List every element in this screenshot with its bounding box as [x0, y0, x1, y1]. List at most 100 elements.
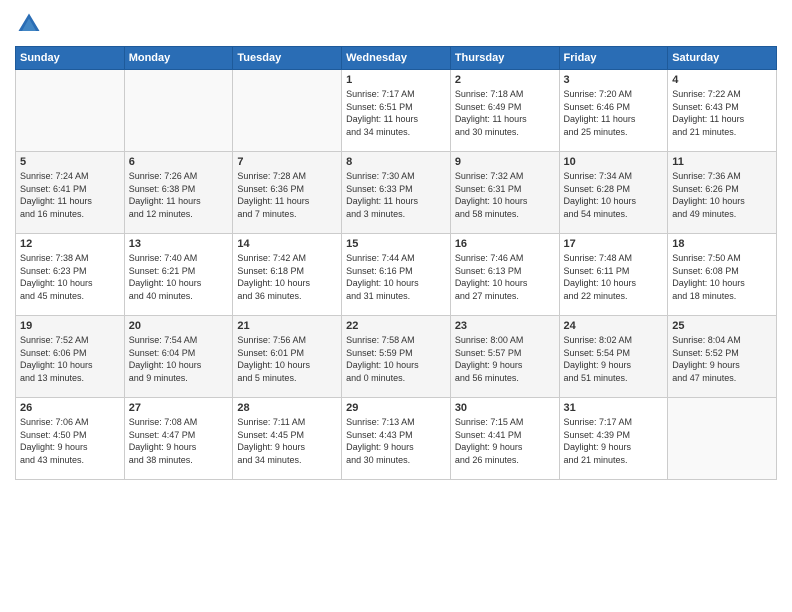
day-info: Sunrise: 7:18 AM Sunset: 6:49 PM Dayligh…	[455, 88, 555, 138]
day-cell: 19 Sunrise: 7:52 AM Sunset: 6:06 PM Dayli…	[16, 316, 125, 398]
day-number: 24	[564, 320, 664, 332]
day-header-thursday: Thursday	[450, 47, 559, 70]
day-info: Sunrise: 7:56 AM Sunset: 6:01 PM Dayligh…	[237, 334, 337, 384]
day-number: 25	[672, 320, 772, 332]
week-row-3: 12 Sunrise: 7:38 AM Sunset: 6:23 PM Dayli…	[16, 234, 777, 316]
day-number: 26	[20, 402, 120, 414]
day-cell: 27 Sunrise: 7:08 AM Sunset: 4:47 PM Dayli…	[124, 398, 233, 480]
day-info: Sunrise: 7:06 AM Sunset: 4:50 PM Dayligh…	[20, 416, 120, 466]
day-info: Sunrise: 8:00 AM Sunset: 5:57 PM Dayligh…	[455, 334, 555, 384]
day-info: Sunrise: 7:50 AM Sunset: 6:08 PM Dayligh…	[672, 252, 772, 302]
day-info: Sunrise: 7:46 AM Sunset: 6:13 PM Dayligh…	[455, 252, 555, 302]
day-info: Sunrise: 7:26 AM Sunset: 6:38 PM Dayligh…	[129, 170, 229, 220]
day-cell: 25 Sunrise: 8:04 AM Sunset: 5:52 PM Dayli…	[668, 316, 777, 398]
day-info: Sunrise: 7:22 AM Sunset: 6:43 PM Dayligh…	[672, 88, 772, 138]
day-header-wednesday: Wednesday	[342, 47, 451, 70]
day-cell: 9 Sunrise: 7:32 AM Sunset: 6:31 PM Daylig…	[450, 152, 559, 234]
day-cell: 22Sunrise: 7:58 AM Sunset: 5:59 PM Dayli…	[342, 316, 451, 398]
day-info: Sunrise: 7:48 AM Sunset: 6:11 PM Dayligh…	[564, 252, 664, 302]
day-number: 22	[346, 320, 446, 332]
day-number: 19	[20, 320, 120, 332]
day-cell	[124, 70, 233, 152]
day-cell	[668, 398, 777, 480]
day-info: Sunrise: 7:42 AM Sunset: 6:18 PM Dayligh…	[237, 252, 337, 302]
calendar-table: SundayMondayTuesdayWednesdayThursdayFrid…	[15, 46, 777, 480]
day-cell	[16, 70, 125, 152]
day-number: 11	[672, 156, 772, 168]
day-cell: 6 Sunrise: 7:26 AM Sunset: 6:38 PM Daylig…	[124, 152, 233, 234]
day-info: Sunrise: 7:20 AM Sunset: 6:46 PM Dayligh…	[564, 88, 664, 138]
day-info: Sunrise: 7:36 AM Sunset: 6:26 PM Dayligh…	[672, 170, 772, 220]
day-info: Sunrise: 7:30 AM Sunset: 6:33 PM Dayligh…	[346, 170, 446, 220]
day-number: 21	[237, 320, 337, 332]
day-info: Sunrise: 7:08 AM Sunset: 4:47 PM Dayligh…	[129, 416, 229, 466]
day-info: Sunrise: 7:40 AM Sunset: 6:21 PM Dayligh…	[129, 252, 229, 302]
day-number: 17	[564, 238, 664, 250]
day-number: 23	[455, 320, 555, 332]
day-info: Sunrise: 7:15 AM Sunset: 4:41 PM Dayligh…	[455, 416, 555, 466]
day-info: Sunrise: 7:28 AM Sunset: 6:36 PM Dayligh…	[237, 170, 337, 220]
day-number: 4	[672, 74, 772, 86]
day-info: Sunrise: 7:24 AM Sunset: 6:41 PM Dayligh…	[20, 170, 120, 220]
day-number: 2	[455, 74, 555, 86]
day-number: 3	[564, 74, 664, 86]
day-number: 5	[20, 156, 120, 168]
day-number: 16	[455, 238, 555, 250]
day-info: Sunrise: 7:34 AM Sunset: 6:28 PM Dayligh…	[564, 170, 664, 220]
day-cell: 29 Sunrise: 7:13 AM Sunset: 4:43 PM Dayli…	[342, 398, 451, 480]
day-info: Sunrise: 8:02 AM Sunset: 5:54 PM Dayligh…	[564, 334, 664, 384]
logo	[15, 10, 47, 38]
day-cell: 28 Sunrise: 7:11 AM Sunset: 4:45 PM Dayli…	[233, 398, 342, 480]
day-cell: 21 Sunrise: 7:56 AM Sunset: 6:01 PM Dayli…	[233, 316, 342, 398]
day-cell: 4 Sunrise: 7:22 AM Sunset: 6:43 PM Daylig…	[668, 70, 777, 152]
day-header-monday: Monday	[124, 47, 233, 70]
day-cell: 5 Sunrise: 7:24 AM Sunset: 6:41 PM Daylig…	[16, 152, 125, 234]
week-row-5: 26 Sunrise: 7:06 AM Sunset: 4:50 PM Dayli…	[16, 398, 777, 480]
day-cell: 31Sunrise: 7:17 AM Sunset: 4:39 PM Dayli…	[559, 398, 668, 480]
day-info: Sunrise: 8:04 AM Sunset: 5:52 PM Dayligh…	[672, 334, 772, 384]
day-number: 30	[455, 402, 555, 414]
day-number: 7	[237, 156, 337, 168]
day-number: 14	[237, 238, 337, 250]
day-cell: 20 Sunrise: 7:54 AM Sunset: 6:04 PM Dayli…	[124, 316, 233, 398]
day-number: 31	[564, 402, 664, 414]
day-cell: 1 Sunrise: 7:17 AM Sunset: 6:51 PM Daylig…	[342, 70, 451, 152]
day-info: Sunrise: 7:11 AM Sunset: 4:45 PM Dayligh…	[237, 416, 337, 466]
day-info: Sunrise: 7:17 AM Sunset: 6:51 PM Dayligh…	[346, 88, 446, 138]
day-header-tuesday: Tuesday	[233, 47, 342, 70]
day-number: 1	[346, 74, 446, 86]
week-row-2: 5 Sunrise: 7:24 AM Sunset: 6:41 PM Daylig…	[16, 152, 777, 234]
logo-icon	[15, 10, 43, 38]
calendar-header-row: SundayMondayTuesdayWednesdayThursdayFrid…	[16, 47, 777, 70]
day-header-saturday: Saturday	[668, 47, 777, 70]
day-info: Sunrise: 7:52 AM Sunset: 6:06 PM Dayligh…	[20, 334, 120, 384]
day-cell: 13 Sunrise: 7:40 AM Sunset: 6:21 PM Dayli…	[124, 234, 233, 316]
day-cell	[233, 70, 342, 152]
day-number: 28	[237, 402, 337, 414]
day-number: 18	[672, 238, 772, 250]
day-cell: 8Sunrise: 7:30 AM Sunset: 6:33 PM Daylig…	[342, 152, 451, 234]
day-cell: 12 Sunrise: 7:38 AM Sunset: 6:23 PM Dayli…	[16, 234, 125, 316]
day-number: 13	[129, 238, 229, 250]
day-number: 12	[20, 238, 120, 250]
day-number: 15	[346, 238, 446, 250]
week-row-1: 1 Sunrise: 7:17 AM Sunset: 6:51 PM Daylig…	[16, 70, 777, 152]
day-info: Sunrise: 7:32 AM Sunset: 6:31 PM Dayligh…	[455, 170, 555, 220]
day-info: Sunrise: 7:13 AM Sunset: 4:43 PM Dayligh…	[346, 416, 446, 466]
day-cell: 30 Sunrise: 7:15 AM Sunset: 4:41 PM Dayli…	[450, 398, 559, 480]
day-cell: 3 Sunrise: 7:20 AM Sunset: 6:46 PM Daylig…	[559, 70, 668, 152]
day-number: 29	[346, 402, 446, 414]
day-cell: 18 Sunrise: 7:50 AM Sunset: 6:08 PM Dayli…	[668, 234, 777, 316]
week-row-4: 19 Sunrise: 7:52 AM Sunset: 6:06 PM Dayli…	[16, 316, 777, 398]
day-number: 27	[129, 402, 229, 414]
day-info: Sunrise: 7:38 AM Sunset: 6:23 PM Dayligh…	[20, 252, 120, 302]
day-number: 9	[455, 156, 555, 168]
day-number: 6	[129, 156, 229, 168]
day-cell: 16 Sunrise: 7:46 AM Sunset: 6:13 PM Dayli…	[450, 234, 559, 316]
day-cell: 24 Sunrise: 8:02 AM Sunset: 5:54 PM Dayli…	[559, 316, 668, 398]
day-header-sunday: Sunday	[16, 47, 125, 70]
day-number: 20	[129, 320, 229, 332]
day-info: Sunrise: 7:54 AM Sunset: 6:04 PM Dayligh…	[129, 334, 229, 384]
day-cell: 26 Sunrise: 7:06 AM Sunset: 4:50 PM Dayli…	[16, 398, 125, 480]
day-cell: 23 Sunrise: 8:00 AM Sunset: 5:57 PM Dayli…	[450, 316, 559, 398]
